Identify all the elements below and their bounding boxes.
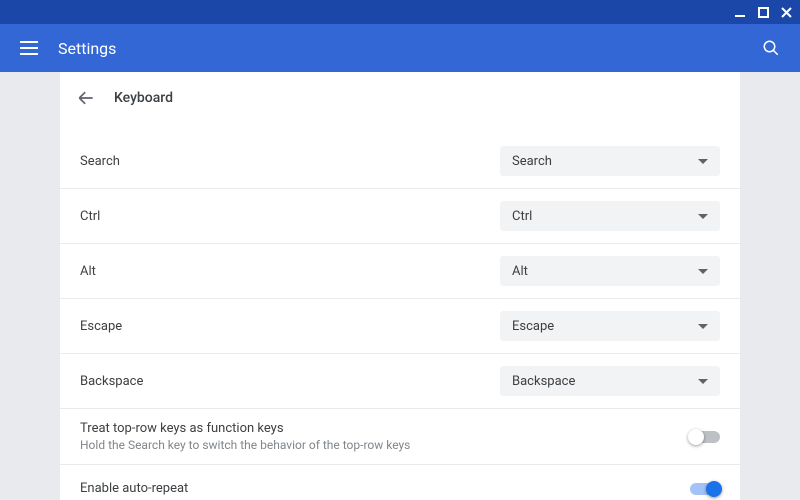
dropdown-value: Search [512, 154, 552, 169]
back-button[interactable] [76, 88, 96, 108]
top-row-keys-row: Treat top-row keys as function keys Hold… [60, 408, 740, 464]
top-row-sublabel: Hold the Search key to switch the behavi… [80, 438, 690, 452]
top-row-label-block: Treat top-row keys as function keys Hold… [80, 421, 690, 452]
search-icon[interactable] [762, 39, 780, 57]
menu-button[interactable] [20, 41, 38, 55]
keymap-label: Alt [80, 264, 500, 279]
keymap-dropdown-search[interactable]: Search [500, 146, 720, 176]
keymap-row-backspace: Backspace Backspace [60, 353, 740, 408]
keymap-label: Ctrl [80, 209, 500, 224]
top-row-toggle[interactable] [690, 431, 720, 443]
dropdown-value: Ctrl [512, 209, 532, 224]
maximize-button[interactable] [758, 7, 769, 18]
dropdown-value: Alt [512, 264, 528, 279]
keymap-label: Search [80, 154, 500, 169]
window-titlebar [0, 0, 800, 24]
keymap-dropdown-backspace[interactable]: Backspace [500, 366, 720, 396]
keymap-dropdown-escape[interactable]: Escape [500, 311, 720, 341]
auto-repeat-toggle[interactable] [690, 483, 720, 495]
chevron-down-icon [698, 379, 708, 384]
page-body: Keyboard Search Search Ctrl Ctrl [0, 72, 800, 500]
page-title: Keyboard [114, 90, 173, 106]
keymap-label: Backspace [80, 374, 500, 389]
chevron-down-icon [698, 159, 708, 164]
keymap-label: Escape [80, 319, 500, 334]
minimize-button[interactable] [734, 6, 746, 18]
keymap-dropdown-ctrl[interactable]: Ctrl [500, 201, 720, 231]
chevron-down-icon [698, 214, 708, 219]
settings-list: Search Search Ctrl Ctrl Alt Alt [60, 134, 740, 500]
settings-card: Keyboard Search Search Ctrl Ctrl [60, 72, 740, 500]
close-icon [781, 7, 792, 18]
auto-repeat-row: Enable auto-repeat [60, 464, 740, 500]
top-row-label: Treat top-row keys as function keys [80, 421, 690, 436]
keymap-row-escape: Escape Escape [60, 298, 740, 353]
maximize-icon [758, 7, 769, 18]
keymap-dropdown-alt[interactable]: Alt [500, 256, 720, 286]
keymap-row-alt: Alt Alt [60, 243, 740, 298]
minimize-icon [734, 6, 746, 18]
dropdown-value: Backspace [512, 374, 575, 389]
app-bar: Settings [0, 24, 800, 72]
keymap-row-search: Search Search [60, 134, 740, 188]
dropdown-value: Escape [512, 319, 554, 334]
close-button[interactable] [781, 7, 792, 18]
app-title: Settings [58, 39, 762, 58]
auto-repeat-label: Enable auto-repeat [80, 481, 690, 496]
card-header: Keyboard [60, 72, 740, 124]
keymap-row-ctrl: Ctrl Ctrl [60, 188, 740, 243]
chevron-down-icon [698, 324, 708, 329]
chevron-down-icon [698, 269, 708, 274]
